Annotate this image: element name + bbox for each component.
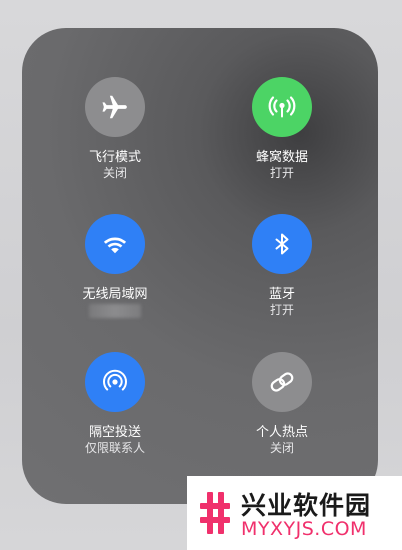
wifi-label: 无线局域网 [82, 287, 148, 302]
bluetooth-toggle[interactable] [252, 214, 312, 274]
wifi-tile: 无线局域网 [55, 214, 175, 322]
bluetooth-tile: 蓝牙 打开 [222, 214, 342, 318]
bluetooth-label: 蓝牙 [268, 287, 295, 302]
cellular-antenna-icon [268, 96, 296, 118]
airplane-icon [102, 95, 127, 119]
blurred-network-name [89, 304, 141, 318]
site-watermark: 兴业软件园 MYXYJS.COM [187, 476, 402, 550]
cellular-data-tile: 蜂窝数据 打开 [222, 77, 342, 181]
watermark-title: 兴业软件园 [241, 491, 372, 520]
bluetooth-icon [275, 233, 289, 255]
cellular-data-label: 蜂窝数据 [255, 150, 308, 165]
cellular-data-toggle[interactable] [252, 77, 312, 137]
airdrop-tile: 隔空投送 仅限联系人 [55, 352, 175, 456]
hash-logo-icon [200, 492, 230, 534]
bluetooth-status: 打开 [269, 303, 294, 317]
airplane-mode-toggle[interactable] [85, 77, 145, 137]
hotspot-link-icon [270, 372, 294, 392]
personal-hotspot-label: 个人热点 [255, 425, 308, 440]
airdrop-label: 隔空投送 [88, 425, 141, 440]
connectivity-panel: 飞行模式 关闭 蜂窝数据 打开 无线局域网 蓝牙 打开 隔空投送 仅限联系人 个… [22, 28, 378, 504]
airplane-mode-tile: 飞行模式 关闭 [55, 77, 175, 181]
cellular-data-status: 打开 [269, 166, 294, 180]
personal-hotspot-status: 关闭 [269, 441, 294, 455]
personal-hotspot-toggle[interactable] [252, 352, 312, 412]
wifi-network-name [89, 303, 141, 322]
airdrop-toggle[interactable] [85, 352, 145, 412]
airdrop-status: 仅限联系人 [84, 441, 145, 455]
airplane-mode-label: 飞行模式 [88, 150, 141, 165]
airdrop-icon [103, 369, 127, 391]
wifi-icon [103, 237, 127, 254]
wifi-toggle[interactable] [85, 214, 145, 274]
watermark-url: MYXYJS.COM [241, 518, 367, 540]
personal-hotspot-tile: 个人热点 关闭 [222, 352, 342, 456]
airplane-mode-status: 关闭 [102, 166, 127, 180]
